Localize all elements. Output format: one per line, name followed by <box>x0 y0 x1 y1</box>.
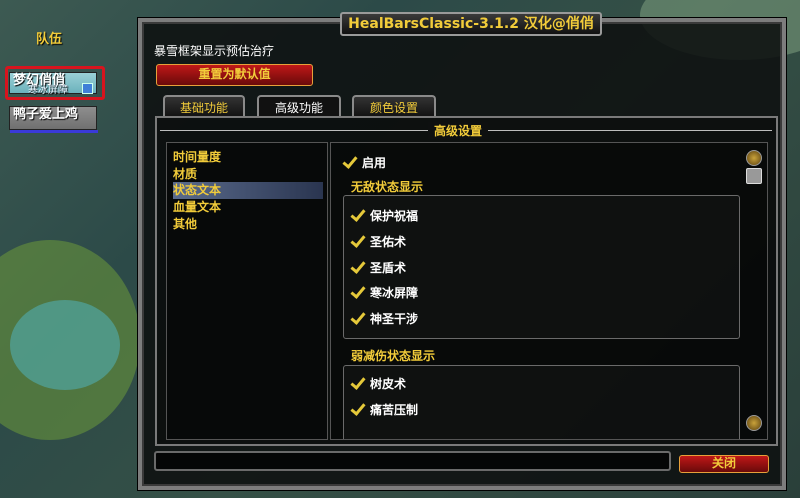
invuln-checkbox[interactable]: 圣盾术 <box>351 259 406 277</box>
dialog-caption: 暴雪框架显示预估治疗 <box>154 44 275 58</box>
background-terrain <box>10 300 120 390</box>
checkmark-icon <box>343 156 356 169</box>
scroll-up-icon[interactable] <box>746 150 762 166</box>
scroll-down-icon[interactable] <box>746 415 762 431</box>
category-item[interactable]: 材质 <box>173 166 323 183</box>
checkmark-icon <box>351 377 364 390</box>
category-list: 时间量度 材质 状态文本 血量文本 其他 <box>166 142 328 440</box>
dialog-title[interactable]: HealBarsClassic-3.1.2 汉化@俏俏 <box>340 12 602 36</box>
checkbox-label: 树皮术 <box>370 377 407 391</box>
mana-bar <box>10 130 98 133</box>
checkmark-icon <box>351 286 364 299</box>
settings-scroll-area: 启用 无敌状态显示 保护祝福 圣佑术 圣盾术 寒冰屏障 神圣干涉 弱减伤状态显示… <box>330 142 768 440</box>
close-button[interactable]: 关闭 <box>679 455 769 473</box>
party-member-name: 鸭子爱上鸡 <box>13 107 79 122</box>
enable-checkbox[interactable]: 启用 <box>343 154 386 172</box>
checkmark-icon <box>351 209 364 222</box>
checkmark-icon <box>351 235 364 248</box>
checkbox-label: 痛苦压制 <box>370 403 419 417</box>
panel-title: 高级设置 <box>428 122 489 139</box>
category-item-selected[interactable]: 状态文本 <box>173 182 323 199</box>
checkbox-label: 圣佑术 <box>370 235 407 249</box>
selection-highlight <box>5 66 105 100</box>
category-item[interactable]: 其他 <box>173 216 323 233</box>
checkbox-label: 寒冰屏障 <box>370 286 419 300</box>
checkbox-label: 神圣干涉 <box>370 312 419 326</box>
section-title: 弱减伤状态显示 <box>351 349 436 363</box>
tab-advanced[interactable]: 高级功能 <box>257 95 341 117</box>
tab-color[interactable]: 颜色设置 <box>352 95 436 117</box>
scrollbar-thumb[interactable] <box>746 168 762 184</box>
checkmark-icon <box>351 312 364 325</box>
tab-basic[interactable]: 基础功能 <box>163 95 245 117</box>
invuln-checkbox[interactable]: 寒冰屏障 <box>351 284 418 302</box>
checkmark-icon <box>351 403 364 416</box>
category-item[interactable]: 血量文本 <box>173 199 323 216</box>
checkbox-label: 启用 <box>362 156 387 170</box>
reduction-checkbox[interactable]: 树皮术 <box>351 375 406 393</box>
section-title: 无敌状态显示 <box>351 180 424 194</box>
invuln-checkbox[interactable]: 保护祝福 <box>351 207 418 225</box>
checkbox-label: 圣盾术 <box>370 261 407 275</box>
checkbox-label: 保护祝福 <box>370 209 419 223</box>
reset-defaults-button[interactable]: 重置为默认值 <box>156 64 313 86</box>
party-frame-2[interactable]: 鸭子爱上鸡 <box>9 106 98 133</box>
invuln-checkbox[interactable]: 神圣干涉 <box>351 310 418 328</box>
invuln-checkbox[interactable]: 圣佑术 <box>351 233 406 251</box>
party-label: 队伍 <box>36 32 63 47</box>
status-field <box>154 451 671 471</box>
category-item[interactable]: 时间量度 <box>173 149 323 166</box>
checkmark-icon <box>351 261 364 274</box>
reduction-checkbox[interactable]: 痛苦压制 <box>351 401 418 419</box>
